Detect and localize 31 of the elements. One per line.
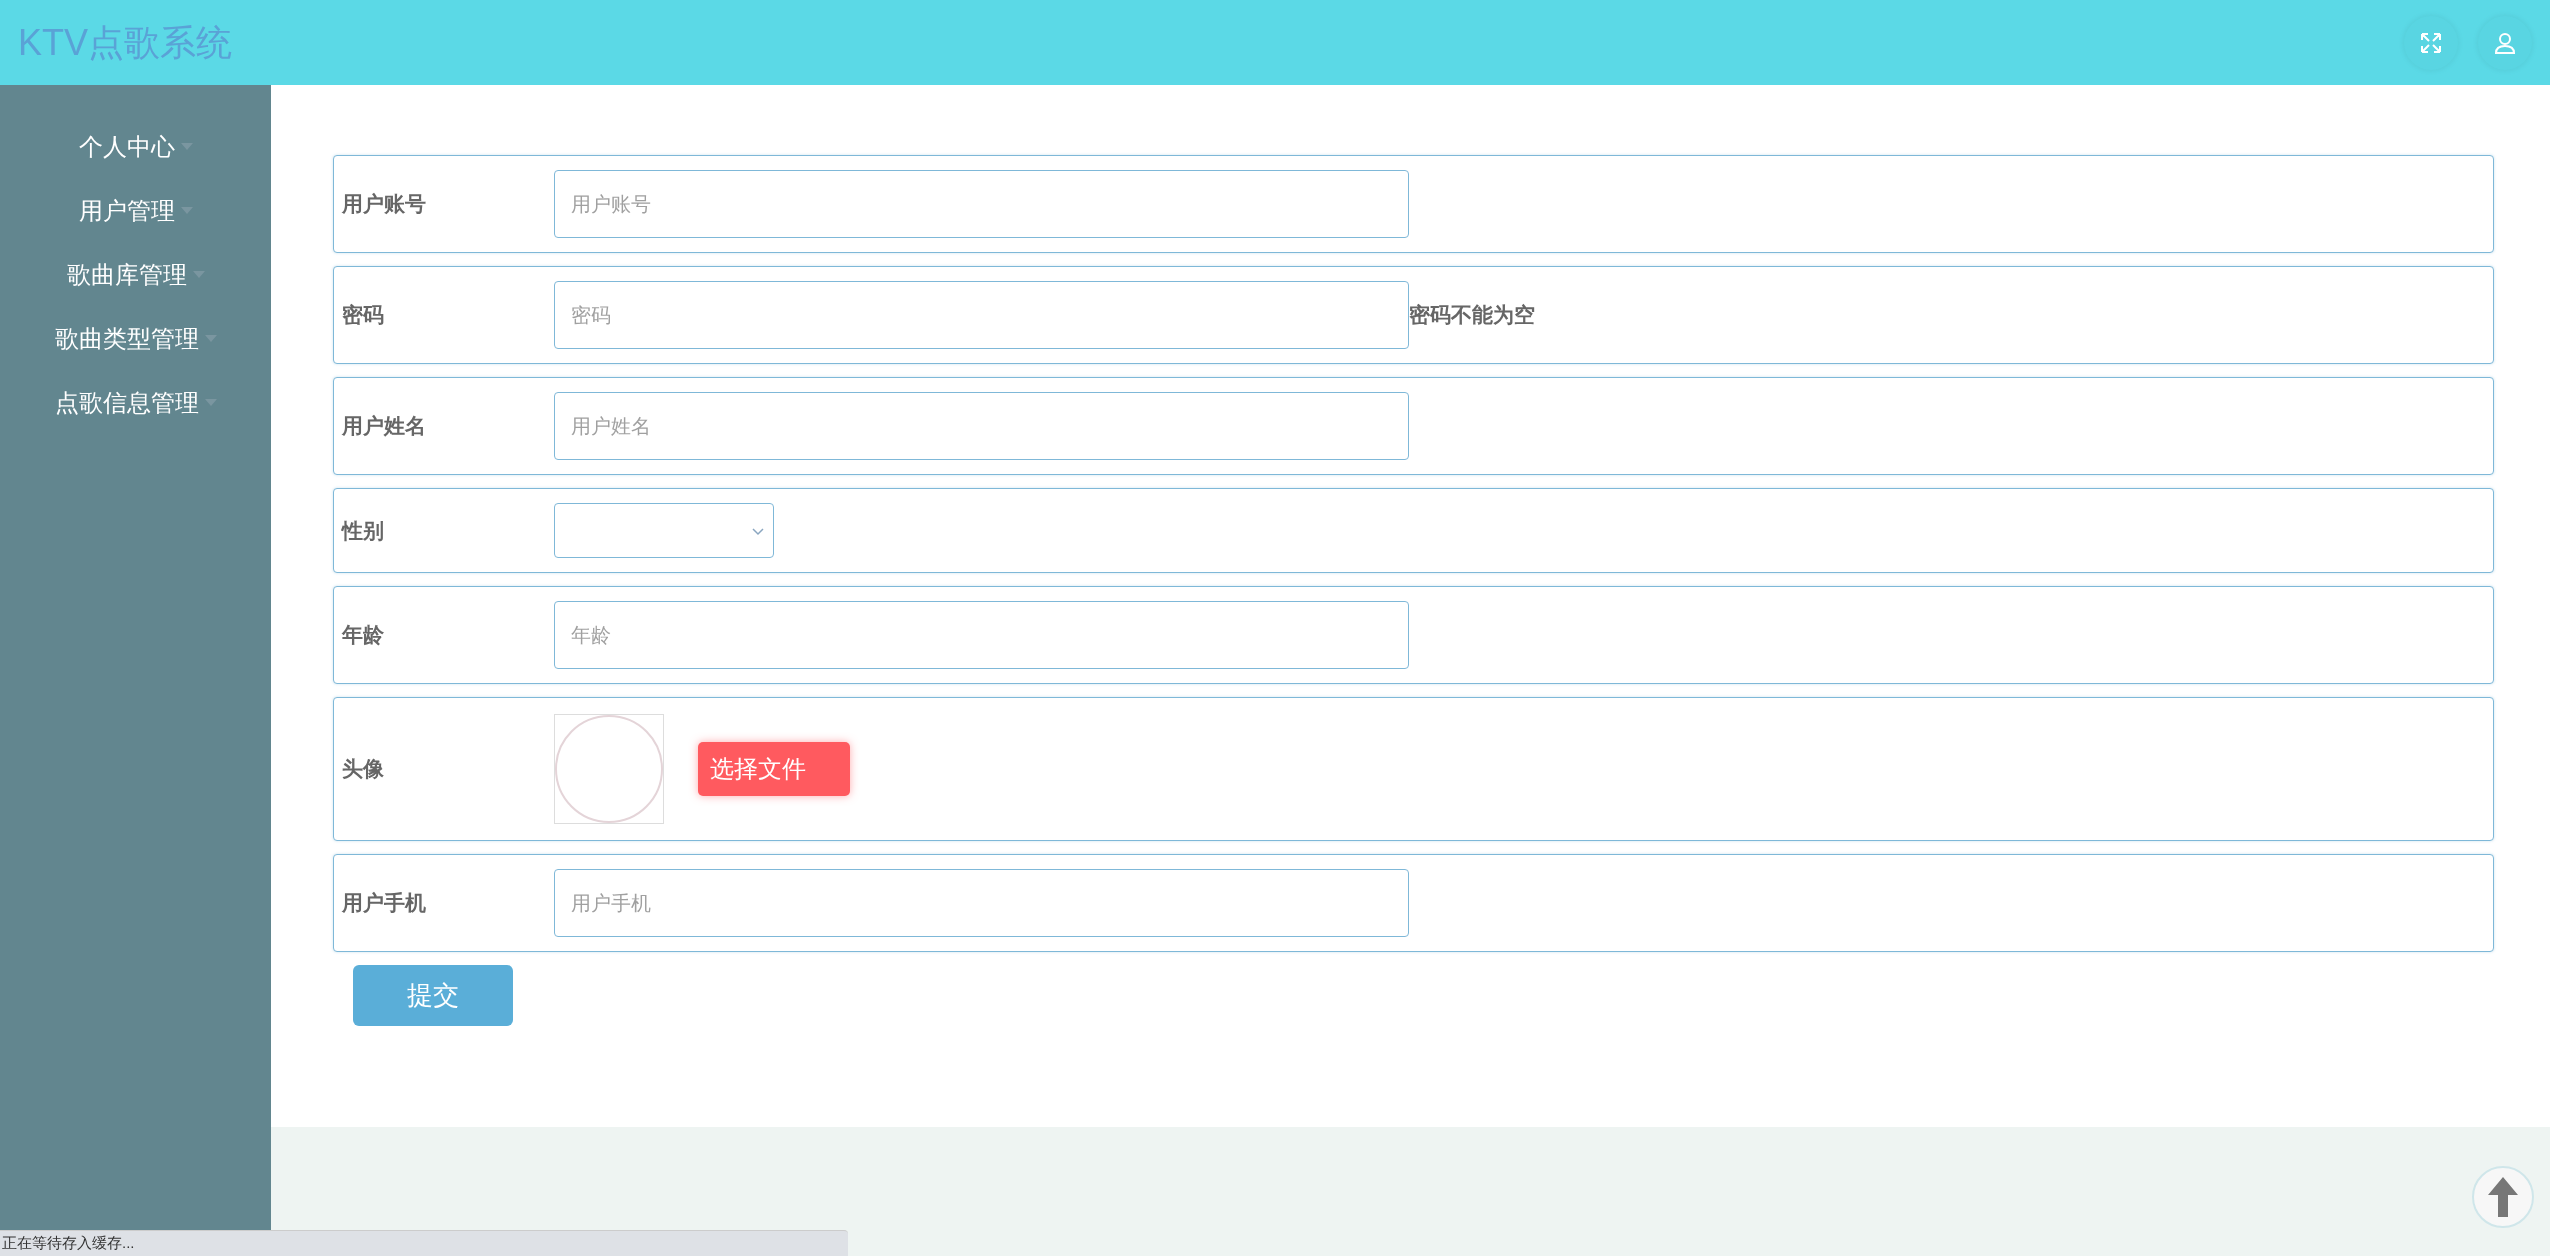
field-label: 用户账号: [341, 191, 427, 218]
text-input-field[interactable]: 用户手机: [554, 869, 1409, 937]
submit-button[interactable]: 提交: [353, 965, 513, 1026]
field-label: 头像: [341, 756, 385, 783]
caret-down-icon: [180, 143, 193, 151]
text-input-field[interactable]: 用户账号: [554, 170, 1409, 238]
sidebar-menu-item[interactable]: 歌曲库管理: [66, 257, 205, 293]
sidebar-menu-item[interactable]: 用户管理: [78, 193, 193, 229]
gender-select[interactable]: [554, 503, 774, 558]
field-label: 性别: [340, 517, 385, 544]
text-input-field[interactable]: 年龄: [554, 601, 1409, 669]
field-label: 年龄: [341, 622, 385, 649]
field-label: 用户手机: [341, 890, 427, 917]
sidebar-menu-item[interactable]: 歌曲类型管理: [54, 321, 217, 357]
status-text: 正在等待存入缓存...: [2, 1233, 135, 1254]
sidebar-menu-item[interactable]: 点歌信息管理: [54, 385, 217, 421]
expand-arrows-icon: [2419, 30, 2443, 55]
text-input-field[interactable]: 用户姓名: [554, 392, 1409, 460]
text-input-field[interactable]: 密码: [554, 281, 1409, 349]
caret-down-icon: [204, 335, 217, 343]
error-message: 密码不能为空: [1409, 302, 1535, 329]
user-icon: [2493, 30, 2517, 55]
caret-down-icon: [180, 207, 193, 215]
arrow-up-icon: [2488, 1177, 2518, 1217]
chevron-down-icon: [751, 525, 765, 536]
caret-down-icon: [204, 399, 217, 407]
sidebar-menu-item[interactable]: 个人中心: [78, 129, 193, 165]
field-label: 用户姓名: [341, 413, 427, 440]
field-label: 密码: [341, 302, 385, 329]
choose-file-button[interactable]: 选择文件: [698, 742, 850, 796]
caret-down-icon: [192, 271, 205, 279]
